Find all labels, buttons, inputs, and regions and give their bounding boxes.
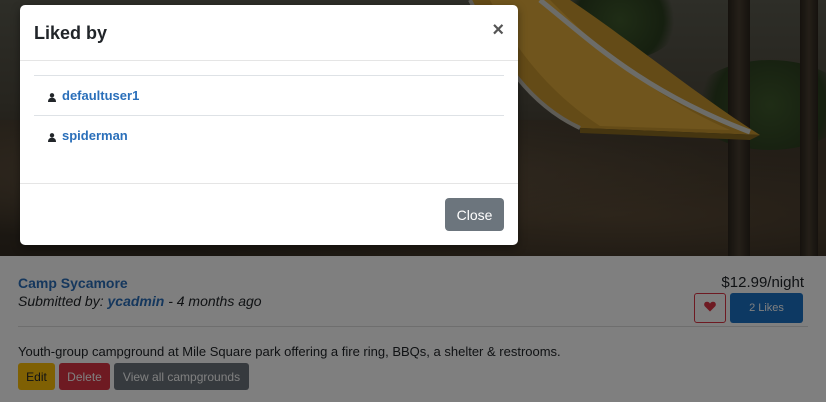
user-icon bbox=[48, 130, 58, 142]
liked-user-row: defaultuser1 bbox=[34, 75, 504, 115]
close-icon[interactable]: × bbox=[492, 20, 504, 40]
liked-user-link[interactable]: defaultuser1 bbox=[62, 88, 139, 103]
close-button[interactable]: Close bbox=[445, 198, 504, 231]
liked-by-modal: Liked by × defaultuser1 spiderman Close bbox=[20, 5, 518, 245]
modal-footer: Close bbox=[20, 183, 518, 245]
user-icon bbox=[48, 90, 58, 102]
modal-header: Liked by × bbox=[20, 5, 518, 61]
liked-user-row: spiderman bbox=[34, 115, 504, 155]
liked-user-link[interactable]: spiderman bbox=[62, 128, 128, 143]
modal-title: Liked by bbox=[34, 23, 108, 43]
liked-by-list: defaultuser1 spiderman bbox=[34, 75, 504, 155]
